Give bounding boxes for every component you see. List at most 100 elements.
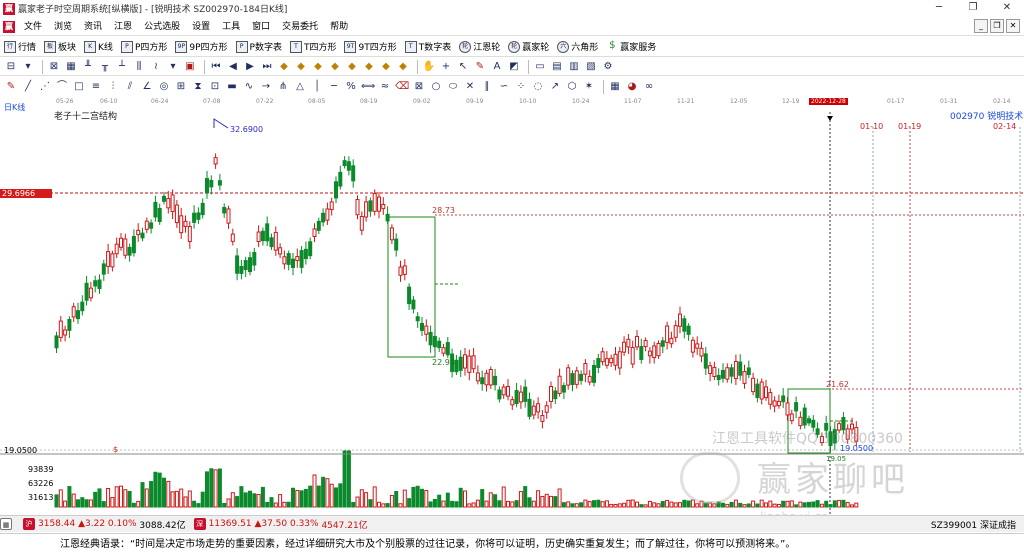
gann-box-icon[interactable]: ⊠ [412, 80, 426, 94]
candle-icon[interactable]: ╨ [81, 60, 95, 74]
sine-icon[interactable]: ∽ [497, 80, 511, 94]
export-icon[interactable]: ▧ [584, 60, 598, 74]
layout-icon[interactable]: ⊟ [4, 60, 18, 74]
triangle-icon[interactable]: △ [293, 80, 307, 94]
diamond5-icon[interactable]: ◆ [345, 60, 359, 74]
wave2-icon[interactable]: ≈ [378, 80, 392, 94]
mirror-icon[interactable]: ⟺ [361, 80, 375, 94]
time-icon[interactable]: ⧗ [191, 80, 205, 94]
table-icon[interactable]: ▦ [608, 80, 622, 94]
menu-formula-select[interactable]: 公式选股 [138, 18, 186, 36]
hexagon-button[interactable]: 六六角形 [557, 40, 598, 53]
settings-icon[interactable]: ⚙ [601, 60, 615, 74]
ruler-icon[interactable]: ▬ [225, 80, 239, 94]
spiral2-icon[interactable]: ◌ [531, 80, 545, 94]
grid-icon[interactable]: ▦ [64, 60, 78, 74]
infinity-icon[interactable]: ∞ [642, 80, 656, 94]
mark-icon[interactable]: ▣ [183, 60, 197, 74]
status-grid-icon-wrap[interactable]: ▦ [0, 518, 15, 530]
monitor-icon[interactable]: ▭ [533, 60, 547, 74]
eraser-icon[interactable]: ⌫ [395, 80, 409, 94]
9p-square-button[interactable]: 9P 9P四方形 [175, 40, 228, 53]
menu-file[interactable]: 文件 [18, 18, 48, 36]
close-button[interactable]: ✕ [990, 0, 1024, 17]
hline-icon[interactable]: ─ [327, 80, 341, 94]
p-square-button[interactable]: P P四方形 [120, 40, 167, 53]
star-icon[interactable]: ✶ [582, 80, 596, 94]
diamond3-icon[interactable]: ◆ [311, 60, 325, 74]
sh-index-segment[interactable]: 沪 3158.44 ▲3.22 0.10% 3088.42亿 [23, 518, 186, 531]
kline-button[interactable]: K K线 [84, 40, 113, 53]
ray-icon[interactable]: → [259, 80, 273, 94]
winner-service-button[interactable]: $ 赢家服务 [606, 40, 656, 53]
hexagon-tool-icon[interactable]: ⬡ [565, 80, 579, 94]
menu-app-icon[interactable]: 赢 [3, 20, 15, 33]
candle-up-icon[interactable]: ╥ [98, 60, 112, 74]
last-icon[interactable]: ⏭ [260, 60, 274, 74]
bar-icon[interactable]: ⫼ [132, 60, 146, 74]
fib-icon[interactable]: ≡ [89, 80, 103, 94]
square-tool-icon[interactable]: ⊡ [208, 80, 222, 94]
draw-icon[interactable]: ✎ [473, 60, 487, 74]
9t-square-button[interactable]: 9T 9T四方形 [344, 40, 397, 53]
pitchfork-icon[interactable]: ⋔ [276, 80, 290, 94]
arc-icon[interactable]: ⌒ [55, 80, 69, 94]
text-icon[interactable]: A [490, 60, 504, 74]
parallel-icon[interactable]: ∥ [480, 80, 494, 94]
cycle-icon[interactable]: ⫶ [106, 80, 120, 94]
print-icon[interactable]: ▥ [567, 60, 581, 74]
diamond4-icon[interactable]: ◆ [328, 60, 342, 74]
crosshair-icon[interactable]: + [439, 60, 453, 74]
p-number-table-button[interactable]: P P数字表 [235, 40, 282, 53]
gann-wheel-button[interactable]: 轮江恩轮 [459, 40, 500, 53]
restore-button[interactable]: ❐ [956, 0, 990, 17]
menu-gann[interactable]: 江恩 [108, 18, 138, 36]
sz-index-segment[interactable]: 深 11369.51 ▲37.50 0.33% 4547.21亿 [193, 518, 368, 531]
right-ticker[interactable]: SZ399001 深证成指 [931, 518, 1016, 531]
line-chart-icon[interactable]: ≀ [149, 60, 163, 74]
menu-info[interactable]: 资讯 [78, 18, 108, 36]
menu-settings[interactable]: 设置 [186, 18, 216, 36]
dots-icon[interactable]: ⁘ [514, 80, 528, 94]
cross-icon[interactable]: ✕ [463, 80, 477, 94]
diamond7-icon[interactable]: ◆ [379, 60, 393, 74]
mdi-restore-button[interactable]: ❐ [990, 19, 1004, 33]
spiral-icon[interactable]: ◎ [157, 80, 171, 94]
quotes-button[interactable]: 行行情 [4, 40, 36, 53]
fan-icon[interactable]: ⋰ [38, 80, 52, 94]
t-number-table-button[interactable]: T T数字表 [404, 40, 451, 53]
circle-icon[interactable]: ○ [429, 80, 443, 94]
angle-icon[interactable]: ∠ [140, 80, 154, 94]
ellipse-icon[interactable]: ⬭ [446, 80, 460, 94]
diamond8-icon[interactable]: ◆ [396, 60, 410, 74]
prev-icon[interactable]: ◀ [226, 60, 240, 74]
diamond6-icon[interactable]: ◆ [362, 60, 376, 74]
zoom-icon[interactable]: ⊠ [47, 60, 61, 74]
arrow-icon[interactable]: ↗ [548, 80, 562, 94]
menu-window[interactable]: 窗口 [246, 18, 276, 36]
dropdown-icon[interactable]: ▾ [21, 60, 35, 74]
save-icon[interactable]: ▤ [550, 60, 564, 74]
percent-icon[interactable]: % [344, 80, 358, 94]
shape-icon[interactable]: ◩ [507, 60, 521, 74]
diamond1-icon[interactable]: ◆ [277, 60, 291, 74]
mdi-minimize-button[interactable]: _ [974, 19, 988, 33]
line-tool-icon[interactable]: ╱ [21, 80, 35, 94]
grid-tool-icon[interactable]: ⊞ [174, 80, 188, 94]
winner-wheel-button[interactable]: 轮赢家轮 [508, 40, 549, 53]
cursor-icon[interactable]: ↖ [456, 60, 470, 74]
minimize-button[interactable]: ─ [922, 0, 956, 17]
sectors-button[interactable]: 板板块 [44, 40, 76, 53]
hand-icon[interactable]: ✋ [422, 60, 436, 74]
wave-icon[interactable]: ∿ [242, 80, 256, 94]
t-square-button[interactable]: T T四方形 [289, 40, 336, 53]
first-icon[interactable]: ⏮ [209, 60, 223, 74]
vline-icon[interactable]: │ [310, 80, 324, 94]
next-icon[interactable]: ▶ [243, 60, 257, 74]
box-icon[interactable]: □ [72, 80, 86, 94]
dropdown2-icon[interactable]: ▾ [166, 60, 180, 74]
menu-trade[interactable]: 交易委托 [276, 18, 324, 36]
menu-browse[interactable]: 浏览 [48, 18, 78, 36]
color-icon[interactable]: ◕ [625, 80, 639, 94]
mdi-close-button[interactable]: ✕ [1006, 19, 1020, 33]
